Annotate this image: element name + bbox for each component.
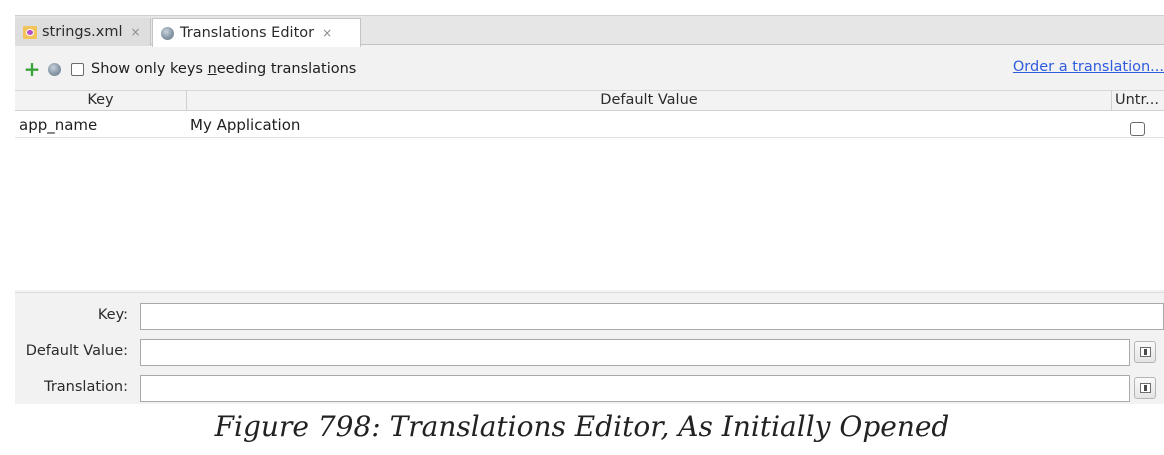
editor-toolbar: + Show only keys needing translations Or… — [15, 54, 1164, 84]
plus-icon[interactable]: + — [23, 59, 41, 79]
close-icon[interactable]: × — [322, 26, 332, 40]
tab-strings-xml[interactable]: strings.xml × — [15, 18, 151, 46]
untranslatable-cell[interactable] — [1130, 118, 1145, 136]
default-value-picker-button[interactable] — [1134, 341, 1156, 363]
default-value-cell[interactable]: My Application — [190, 112, 300, 138]
key-label: Key: — [97, 307, 128, 323]
table-header: Key Default Value Untr... — [15, 91, 1164, 111]
close-icon[interactable]: × — [131, 25, 141, 39]
key-field[interactable] — [140, 303, 1164, 330]
tab-translations-editor[interactable]: Translations Editor × — [152, 18, 361, 47]
tab-label: Translations Editor — [180, 25, 315, 41]
column-header-key[interactable]: Key — [15, 91, 187, 111]
editor-tab-bar: strings.xml × Translations Editor × — [15, 15, 1164, 47]
globe-icon[interactable] — [48, 62, 61, 76]
globe-icon — [161, 26, 174, 40]
import-icon — [1140, 383, 1151, 393]
column-header-default-value[interactable]: Default Value — [187, 91, 1112, 111]
default-value-field[interactable] — [140, 339, 1130, 366]
key-cell[interactable]: app_name — [19, 112, 97, 138]
untranslatable-checkbox[interactable] — [1130, 122, 1145, 136]
needing-translations-label[interactable]: Show only keys needing translations — [91, 61, 356, 77]
import-icon — [1140, 347, 1151, 357]
translations-editor-window: strings.xml × Translations Editor × + Sh… — [15, 15, 1164, 404]
table-row[interactable]: app_name My Application — [15, 112, 1164, 138]
column-header-untranslatable[interactable]: Untr... — [1112, 91, 1164, 111]
translation-label: Translation: — [44, 379, 128, 395]
xml-file-icon — [23, 25, 37, 39]
translation-field[interactable] — [140, 375, 1130, 402]
default-value-label: Default Value: — [25, 343, 128, 359]
tab-label: strings.xml — [42, 24, 123, 40]
order-translation-link[interactable]: Order a translation... — [1013, 59, 1164, 75]
translations-table: Key Default Value Untr... app_name My Ap… — [15, 90, 1164, 290]
edit-form: Key: Default Value: Translation: — [15, 292, 1164, 404]
needing-translations-checkbox[interactable] — [71, 62, 84, 76]
figure-caption: Figure 798: Translations Editor, As Init… — [214, 410, 950, 443]
translation-picker-button[interactable] — [1134, 377, 1156, 399]
